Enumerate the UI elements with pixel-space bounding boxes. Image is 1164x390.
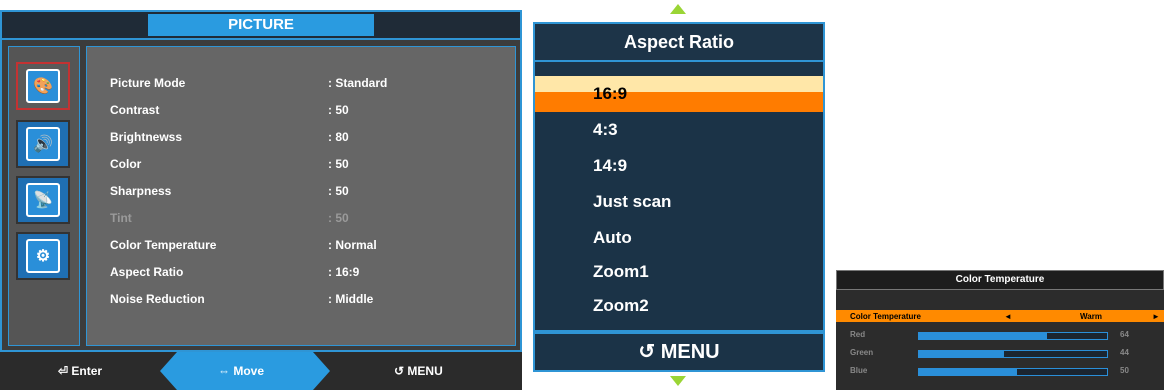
color-temperature-title: Color Temperature <box>836 270 1164 290</box>
picture-item-color-temperature[interactable]: Color Temperature : Normal <box>110 238 490 264</box>
item-value: : 80 <box>328 130 349 144</box>
item-value: : 50 <box>328 184 349 198</box>
item-value: : 50 <box>328 211 349 225</box>
item-label: Sharpness <box>110 184 172 198</box>
picture-item-picture-mode[interactable]: Picture Mode : Standard <box>110 76 490 102</box>
red-value: 64 <box>1120 330 1129 339</box>
settings-icon: ⚙ <box>26 239 60 273</box>
item-value: : 50 <box>328 103 349 117</box>
setup-icon: 📡 <box>26 183 60 217</box>
aspect-option[interactable]: 16:9 <box>593 84 627 104</box>
item-label: Brightnewss <box>110 130 183 144</box>
scroll-down-arrow-icon[interactable] <box>670 376 686 386</box>
blue-slider[interactable] <box>918 368 1108 376</box>
picture-item-sharpness[interactable]: Sharpness : 50 <box>110 184 490 210</box>
picture-item-brightness[interactable]: Brightnewss : 80 <box>110 130 490 156</box>
picture-item-noise-reduction[interactable]: Noise Reduction : Middle <box>110 292 490 318</box>
menu-label: MENU <box>407 364 443 378</box>
picture-item-color[interactable]: Color : 50 <box>110 157 490 183</box>
aspect-ratio-panel: Aspect Ratio 16:9 4:3 14:9 Just scan Aut… <box>533 0 825 390</box>
picture-item-aspect-ratio[interactable]: Aspect Ratio : 16:9 <box>110 265 490 291</box>
red-slider-fill <box>919 333 1047 339</box>
aspect-option[interactable]: Zoom1 <box>593 262 649 282</box>
item-label: Tint <box>110 211 132 225</box>
item-value: : Normal <box>328 238 377 252</box>
blue-slider-fill <box>919 369 1017 375</box>
move-hint: ⇔ Move <box>218 352 264 390</box>
aspect-option[interactable]: Just scan <box>593 192 671 212</box>
green-value: 44 <box>1120 348 1129 357</box>
aspect-option[interactable]: Auto <box>593 228 632 248</box>
move-label: Move <box>233 364 265 378</box>
menu-hint[interactable]: ↺ MENU <box>394 352 443 390</box>
color-temperature-panel: Color Temperature Color Temperature ◄ Wa… <box>836 270 1164 390</box>
selected-highlight <box>535 92 823 112</box>
green-label: Green <box>850 348 874 357</box>
item-label: Aspect Ratio <box>110 265 184 279</box>
item-value: : 50 <box>328 157 349 171</box>
picture-item-contrast[interactable]: Contrast : 50 <box>110 103 490 129</box>
red-label: Red <box>850 330 866 339</box>
item-value: : Standard <box>328 76 388 90</box>
aspect-option[interactable]: Zoom2 <box>593 296 649 316</box>
item-label: Color <box>110 157 142 171</box>
move-arrows-icon: ⇔ <box>218 364 230 378</box>
color-temperature-row[interactable]: Color Temperature <box>850 312 921 321</box>
red-slider[interactable] <box>918 332 1108 340</box>
item-label: Noise Reduction <box>110 292 205 306</box>
item-label: Contrast <box>110 103 160 117</box>
settings-category-button[interactable]: ⚙ <box>16 232 70 280</box>
color-temperature-value: Warm <box>1080 312 1102 321</box>
enter-hint: ⏎ Enter <box>58 352 102 390</box>
item-label: Color Temperature <box>110 238 217 252</box>
aspect-menu-footer[interactable]: ↺ MENU <box>533 332 825 372</box>
left-arrow-icon[interactable]: ◄ <box>1004 312 1012 321</box>
row-label: Color Temperature <box>850 312 921 321</box>
sound-icon: 🔊 <box>26 127 60 161</box>
enter-icon: ⏎ <box>58 364 69 378</box>
item-label: Picture Mode <box>110 76 186 90</box>
item-value: : Middle <box>328 292 374 306</box>
item-value: : 16:9 <box>328 265 360 279</box>
picture-item-tint: Tint : 50 <box>110 211 490 237</box>
menu-label: MENU <box>660 341 720 363</box>
blue-value: 50 <box>1120 366 1129 375</box>
return-icon: ↺ <box>638 341 656 363</box>
blue-label: Blue <box>850 366 868 375</box>
scroll-up-arrow-icon[interactable] <box>670 4 686 14</box>
sound-category-button[interactable]: 🔊 <box>16 120 70 168</box>
setup-category-button[interactable]: 📡 <box>16 176 70 224</box>
picture-menu-panel: PICTURE 🎨 🔊 📡 ⚙ Picture Mode : Standard … <box>0 0 522 390</box>
aspect-option[interactable]: 14:9 <box>593 156 627 176</box>
picture-category-button[interactable]: 🎨 <box>16 62 70 110</box>
right-arrow-icon[interactable]: ► <box>1152 312 1160 321</box>
green-slider[interactable] <box>918 350 1108 358</box>
return-icon: ↺ <box>394 364 405 378</box>
aspect-option[interactable]: 4:3 <box>593 120 618 140</box>
picture-title: PICTURE <box>148 14 374 36</box>
enter-label: Enter <box>71 364 103 378</box>
picture-icon: 🎨 <box>26 69 60 103</box>
aspect-ratio-title: Aspect Ratio <box>533 22 825 62</box>
green-slider-fill <box>919 351 1004 357</box>
